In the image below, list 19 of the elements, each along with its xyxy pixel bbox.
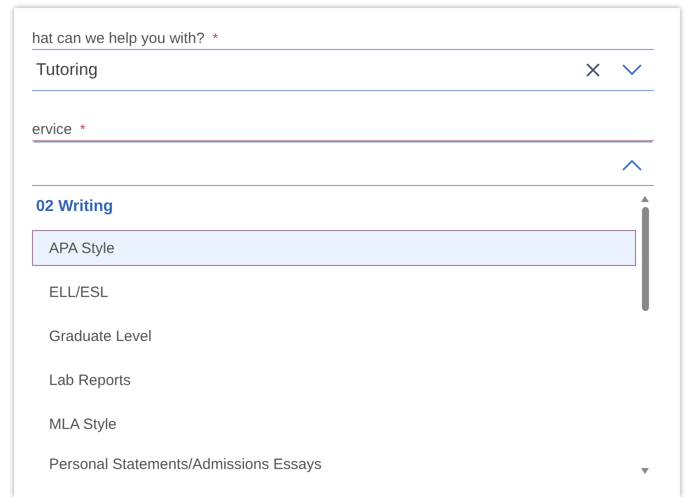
dropdown-option[interactable]: ELL/ESL [32, 270, 636, 314]
required-mark: * [212, 30, 218, 46]
dropdown-option[interactable]: Lab Reports [32, 358, 636, 402]
field-label: hat can we help you with? [32, 30, 205, 47]
scroll-up-icon[interactable] [641, 196, 649, 202]
dropdown-option[interactable]: Graduate Level [32, 314, 636, 358]
scroll-down-icon[interactable] [641, 468, 649, 474]
dropdown-option[interactable]: APA Style [32, 230, 636, 266]
required-mark: * [80, 121, 86, 137]
scrollbar-thumb[interactable] [642, 207, 648, 311]
dropdown-option[interactable]: MLA Style [32, 402, 636, 446]
chevron-down-icon[interactable] [622, 64, 642, 76]
select-field[interactable]: Tutoring [32, 50, 654, 91]
dropdown-option[interactable]: Personal Statements/Admissions Essays [32, 446, 636, 482]
chevron-up-icon[interactable] [622, 158, 642, 170]
close-icon[interactable] [586, 63, 600, 77]
group-header: 02 Writing [35, 197, 114, 217]
select-value: Tutoring [36, 60, 98, 80]
field-label: ervice [32, 121, 72, 138]
